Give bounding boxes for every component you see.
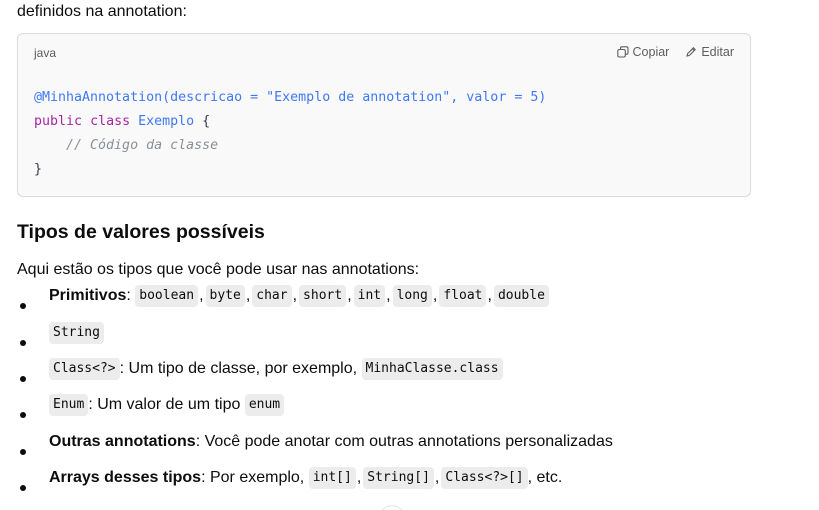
- other-annotations-label: Outras annotations: [49, 433, 196, 450]
- copy-icon: [616, 46, 629, 58]
- class-description: : Um tipo de classe, por exemplo,: [119, 360, 358, 377]
- type-code: int[]: [308, 467, 356, 489]
- code-class-name: Exemplo: [138, 114, 195, 129]
- arrays-description: : Por exemplo,: [201, 469, 305, 486]
- arrays-suffix: , etc.: [527, 469, 563, 486]
- type-code: String: [49, 322, 104, 344]
- section-heading: Tipos de valores possíveis: [17, 221, 265, 243]
- type-code: String[]: [363, 467, 434, 489]
- type-code: MinhaClasse.class: [361, 358, 503, 380]
- section-intro: Aqui estão os tipos que você pode usar n…: [17, 261, 420, 278]
- arrays-label: Arrays desses tipos: [49, 469, 202, 486]
- edit-button[interactable]: Editar: [685, 45, 734, 59]
- code-keyword-class: class: [90, 114, 131, 129]
- type-code: Enum: [49, 394, 89, 416]
- enum-description: : Um valor de um tipo: [88, 396, 241, 413]
- bullet-content: Enum : Um valor de um tipo enum: [49, 394, 285, 416]
- bullet-dot: [20, 303, 26, 309]
- scroll-down-button[interactable]: [379, 505, 405, 510]
- bullet-dot: [20, 376, 26, 382]
- bullet-dot: [20, 340, 26, 346]
- type-code: short: [299, 285, 347, 307]
- code-comment: // Código da classe: [34, 138, 219, 153]
- code-actions: Copiar Editar: [616, 45, 734, 59]
- type-code: double: [493, 285, 549, 307]
- bullet-content: Outras annotations: Você pode anotar com…: [49, 432, 613, 452]
- edit-label: Editar: [701, 45, 734, 59]
- primitives-colon: :: [126, 287, 131, 304]
- pencil-icon: [685, 46, 697, 58]
- type-code: float: [439, 285, 487, 307]
- type-code: boolean: [135, 285, 199, 307]
- type-code: Class<?>[]: [441, 467, 528, 489]
- bullet-content: Class<?> : Um tipo de classe, por exempl…: [49, 358, 503, 380]
- bullet-content: Primitivos: boolean, byte, char, short, …: [49, 285, 549, 307]
- type-code: enum: [244, 394, 285, 416]
- type-code: long: [392, 285, 432, 307]
- type-code: int: [353, 285, 386, 307]
- type-code: byte: [205, 285, 245, 307]
- code-brace-open: {: [202, 114, 211, 129]
- copy-label: Copiar: [632, 45, 670, 59]
- type-code: Class<?>: [49, 358, 120, 380]
- code-brace-close: }: [34, 162, 43, 177]
- code-content: @MinhaAnnotation(descricao = "Exemplo de…: [34, 86, 546, 182]
- code-language-label: java: [34, 46, 57, 60]
- other-annotations-description: : Você pode anotar com outras annotation…: [195, 433, 613, 450]
- chat-response: definidos na annotation: java Copiar Edi…: [0, 0, 819, 510]
- code-keyword-public: public: [34, 114, 83, 129]
- bullet-dot: [20, 412, 26, 418]
- copy-button[interactable]: Copiar: [616, 45, 670, 59]
- bullet-dot: [20, 449, 26, 455]
- type-code: char: [252, 285, 292, 307]
- code-block: java Copiar Editar @MinhaAnnotation(desc…: [17, 33, 751, 197]
- bullet-dot: [20, 485, 26, 491]
- bullet-content: Arrays desses tipos: Por exemplo, int[],…: [49, 467, 562, 489]
- code-annotation-line: @MinhaAnnotation(descricao = "Exemplo de…: [34, 90, 547, 105]
- intro-text: definidos na annotation:: [17, 3, 187, 20]
- bullet-content: String: [49, 322, 104, 344]
- primitives-label: Primitivos: [49, 287, 127, 304]
